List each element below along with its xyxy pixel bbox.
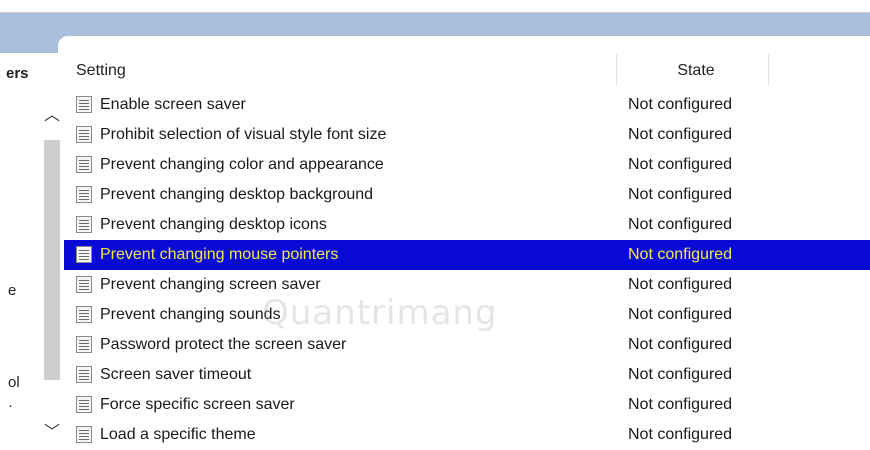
- setting-name: Force specific screen saver: [100, 396, 295, 413]
- policy-setting-icon: [76, 246, 92, 263]
- chevron-down-icon[interactable]: ﹀: [40, 421, 64, 445]
- setting-name: Enable screen saver: [100, 96, 246, 113]
- policy-setting-icon: [76, 216, 92, 233]
- column-header-setting[interactable]: Setting: [76, 62, 126, 80]
- setting-state: Not configured: [628, 306, 733, 323]
- setting-state: Not configured: [628, 246, 733, 263]
- policy-setting-icon: [76, 186, 92, 203]
- vertical-scrollbar[interactable]: ︿ ﹀: [40, 104, 64, 443]
- setting-state: Not configured: [628, 396, 733, 413]
- settings-list-pane: Setting State Enable screen saver Not con…: [58, 36, 870, 443]
- column-divider[interactable]: [768, 54, 769, 86]
- setting-name: Password protect the screen saver: [100, 336, 347, 353]
- setting-state: Not configured: [628, 156, 733, 173]
- setting-state: Not configured: [628, 126, 733, 143]
- setting-state: Not configured: [628, 96, 733, 113]
- table-row[interactable]: Load a specific theme Not configured: [58, 420, 870, 450]
- settings-rows: Enable screen saver Not configured Prohibi…: [58, 90, 870, 450]
- setting-name: Prevent changing sounds: [100, 306, 281, 323]
- left-tree-pane: ers e ol ·: [0, 53, 44, 443]
- table-row[interactable]: Prevent changing desktop icons Not config…: [58, 210, 870, 240]
- scrollbar-thumb[interactable]: [44, 140, 60, 380]
- table-row[interactable]: Enable screen saver Not configured: [58, 90, 870, 120]
- setting-state: Not configured: [628, 186, 733, 203]
- chevron-up-icon[interactable]: ︿: [40, 104, 64, 128]
- policy-setting-icon: [76, 126, 92, 143]
- policy-setting-icon: [76, 426, 92, 443]
- setting-state: Not configured: [628, 336, 733, 353]
- policy-setting-icon: [76, 276, 92, 293]
- setting-name: Prevent changing screen saver: [100, 276, 321, 293]
- setting-state: Not configured: [628, 426, 733, 443]
- table-row[interactable]: Prevent changing mouse pointers Not confi…: [58, 240, 870, 270]
- table-row[interactable]: Screen saver timeout Not configured: [58, 360, 870, 390]
- policy-setting-icon: [76, 96, 92, 113]
- table-row[interactable]: Prevent changing desktop background Not c…: [58, 180, 870, 210]
- policy-setting-icon: [76, 396, 92, 413]
- policy-setting-icon: [76, 336, 92, 353]
- setting-state: Not configured: [628, 366, 733, 383]
- tree-item-fragment[interactable]: e: [8, 282, 16, 299]
- setting-state: Not configured: [628, 276, 733, 293]
- column-header-state[interactable]: State: [624, 62, 768, 80]
- setting-name: Prevent changing color and appearance: [100, 156, 384, 173]
- table-row[interactable]: Password protect the screen saver Not con…: [58, 330, 870, 360]
- setting-name: Prevent changing desktop background: [100, 186, 374, 203]
- policy-setting-icon: [76, 366, 92, 383]
- setting-name: Screen saver timeout: [100, 366, 252, 383]
- policy-setting-icon: [76, 306, 92, 323]
- column-header-row: Setting State: [58, 54, 870, 86]
- policy-setting-icon: [76, 156, 92, 173]
- setting-name: Prevent changing desktop icons: [100, 216, 327, 233]
- setting-name: Prohibit selection of visual style font …: [100, 126, 387, 143]
- tree-item-fragment: ·: [8, 397, 13, 414]
- column-divider[interactable]: [616, 54, 617, 86]
- table-row[interactable]: Prohibit selection of visual style font …: [58, 120, 870, 150]
- table-row[interactable]: Prevent changing screen saver Not configu…: [58, 270, 870, 300]
- table-row[interactable]: Prevent changing color and appearance Not…: [58, 150, 870, 180]
- setting-state: Not configured: [628, 216, 733, 233]
- table-row[interactable]: Prevent changing sounds Not configured: [58, 300, 870, 330]
- tree-header-fragment: ers: [6, 65, 29, 82]
- table-row[interactable]: Force specific screen saver Not configure…: [58, 390, 870, 420]
- window-top-strip: [0, 0, 870, 13]
- setting-name: Prevent changing mouse pointers: [100, 246, 339, 263]
- tree-item-fragment[interactable]: ol: [8, 374, 20, 391]
- setting-name: Load a specific theme: [100, 426, 256, 443]
